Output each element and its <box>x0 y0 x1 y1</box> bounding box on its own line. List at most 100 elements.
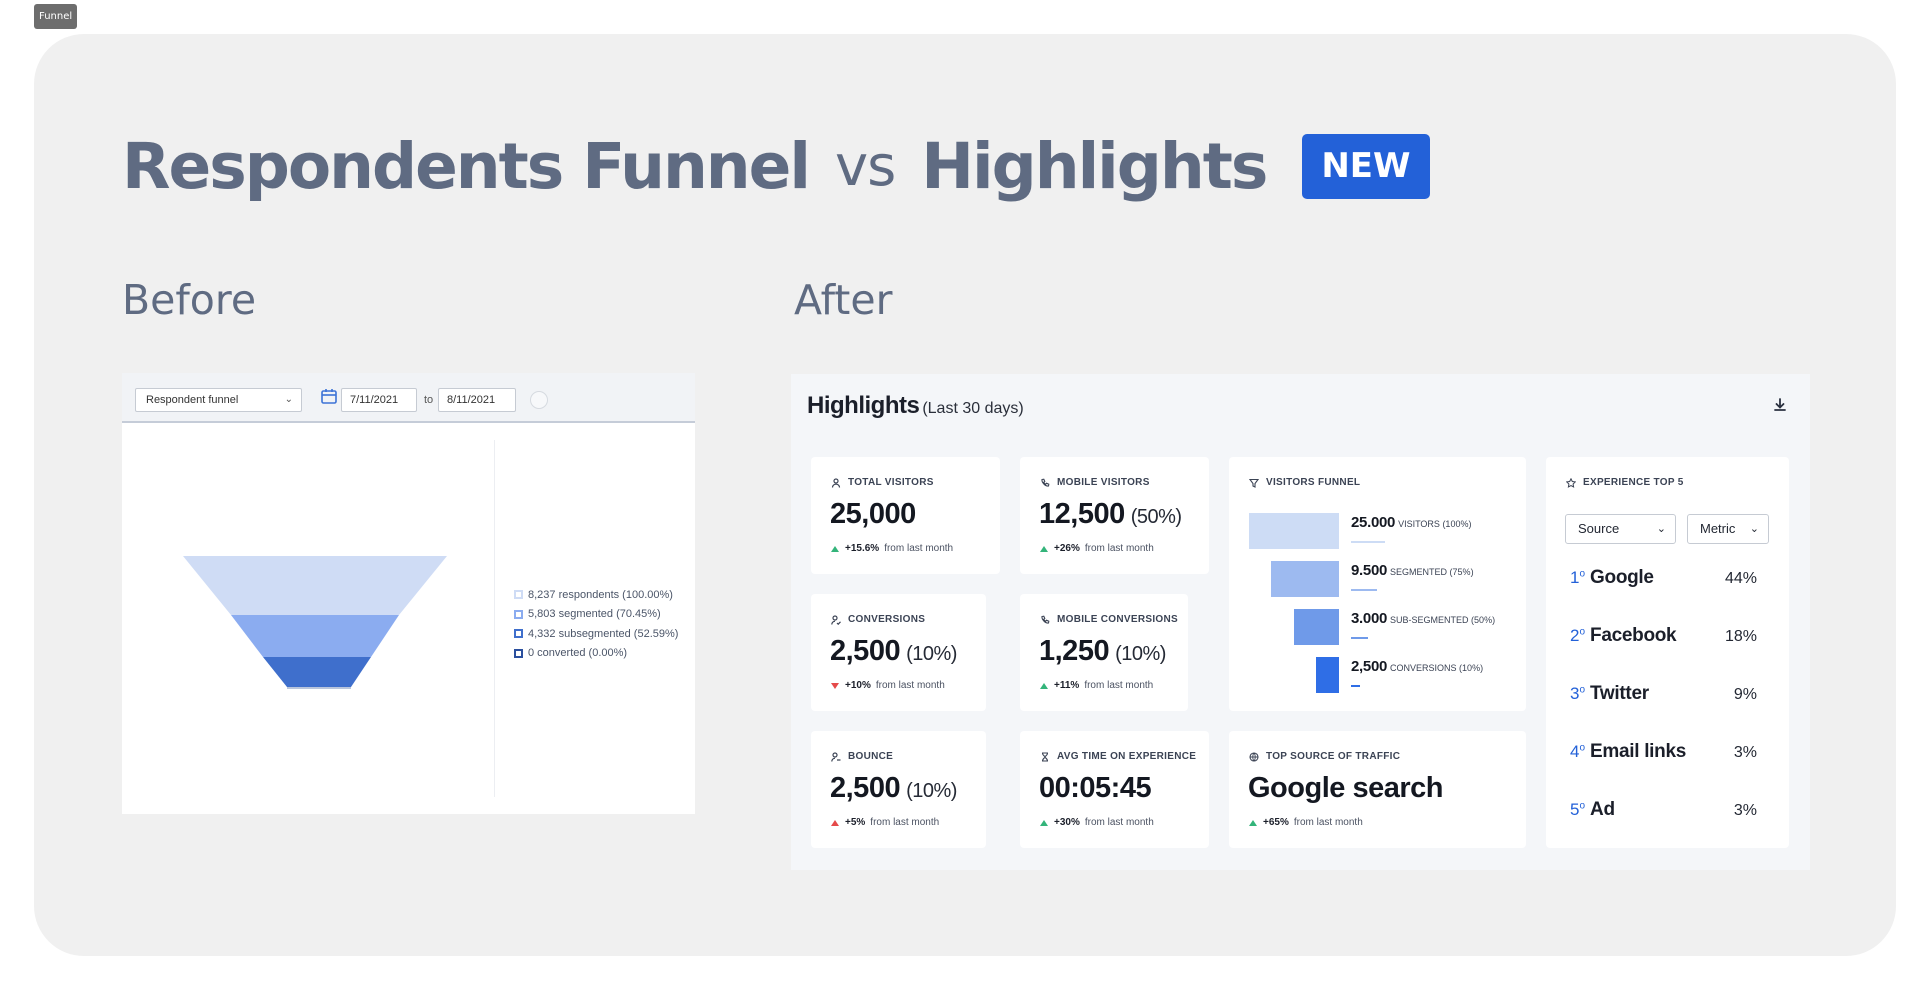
legend-swatch <box>514 648 523 658</box>
delta-value: +11% <box>1054 680 1080 691</box>
card-caption: MOBILE CONVERSIONS <box>1040 614 1178 625</box>
card-bounce[interactable]: BOUNCE 2,500 (10%) +5% from last month <box>811 731 986 848</box>
legend-item: 4,332 subsegmented (52.59%) <box>514 624 678 644</box>
card-mobile-visitors[interactable]: MOBILE VISITORS 12,500 (50%) +26% from las… <box>1020 457 1209 574</box>
card-caption: BOUNCE <box>831 751 893 762</box>
delta-value: +15.6% <box>845 543 880 554</box>
funnel-bar <box>1294 609 1339 645</box>
frame-tag: Funnel <box>34 4 78 29</box>
legend-item: 8,237 respondents (100.00%) <box>514 585 678 605</box>
trend-up-icon <box>1040 545 1048 552</box>
card-conversions[interactable]: CONVERSIONS 2,500 (10%) +10% from last mon… <box>811 594 986 711</box>
trend-up-icon <box>831 819 839 826</box>
funnel-row-label: CONVERSIONS (10%) <box>1390 663 1484 673</box>
card-avg-time[interactable]: AVG TIME ON EXPERIENCE 00:05:45 +30% from… <box>1020 731 1209 848</box>
date-to-label: to <box>424 394 434 406</box>
delta-text: from last month <box>1084 543 1154 554</box>
card-caption-text: TOP SOURCE OF TRAFFIC <box>1266 751 1401 762</box>
title-left: Respondents Funnel <box>122 129 811 203</box>
top5-item[interactable]: 4o Email links 3% <box>1570 741 1757 763</box>
funnel-row-value: 2,500 <box>1351 658 1388 675</box>
top5-item[interactable]: 2o Facebook 18% <box>1570 625 1757 647</box>
legend-label: 8,237 respondents (100.00%) <box>528 588 673 601</box>
new-badge: NEW <box>1302 133 1430 199</box>
highlights-subtitle: (Last 30 days) <box>922 400 1024 417</box>
download-icon[interactable] <box>1772 397 1788 413</box>
legend-label: 4,332 subsegmented (52.59%) <box>528 627 679 640</box>
card-value-text: 2,500 <box>830 772 901 804</box>
rank: 1o <box>1570 568 1586 587</box>
funnel-row-label: SUB-SEGMENTED (50%) <box>1390 615 1496 625</box>
funnel-stage-segmented <box>231 615 399 657</box>
chevron-down-icon: ⌄ <box>284 394 293 405</box>
funnel-row-text: 2,500 CONVERSIONS (10%) <box>1351 658 1483 675</box>
card-delta: +15.6% from last month <box>831 543 953 554</box>
star-icon <box>1566 477 1576 488</box>
card-total-visitors[interactable]: TOTAL VISITORS 25,000 +15.6% from last mo… <box>811 457 1000 574</box>
title-vs: vs <box>834 133 896 199</box>
card-mobile-conversions[interactable]: MOBILE CONVERSIONS 1,250 (10%) +11% from l… <box>1020 594 1188 711</box>
card-delta: +65% from last month <box>1249 817 1363 828</box>
card-delta: +30% from last month <box>1040 817 1154 828</box>
item-name: Facebook <box>1590 625 1677 646</box>
delta-value: +26% <box>1054 543 1080 554</box>
funnel-row-underline <box>1351 541 1385 543</box>
card-value-text: 12,500 <box>1039 498 1125 530</box>
card-value: 25,000 <box>830 498 916 531</box>
funnel-row-value: 3.000 <box>1351 610 1388 627</box>
funnel-row-value: 25.000 <box>1351 514 1396 531</box>
top5-item[interactable]: 3o Twitter 9% <box>1570 683 1757 705</box>
funnel-select-value: Respondent funnel <box>146 394 239 406</box>
card-value-text: 00:05:45 <box>1039 772 1152 804</box>
funnel-row-underline <box>1351 589 1377 591</box>
trend-up-icon <box>1040 682 1048 689</box>
item-name: Twitter <box>1590 683 1649 704</box>
phone-icon <box>1041 615 1050 624</box>
card-visitors-funnel[interactable]: VISITORS FUNNEL 25.000 VISITORS (100%) 9.5… <box>1229 457 1526 711</box>
funnel-bar <box>1249 513 1339 549</box>
legend-swatch <box>514 590 523 600</box>
legend-label: 5,803 segmented (70.45%) <box>528 608 661 621</box>
funnel-row-text: 25.000 VISITORS (100%) <box>1351 514 1471 531</box>
date-to-input[interactable]: 8/11/2021 <box>438 388 516 412</box>
funnel-stage-subsegmented <box>263 657 371 687</box>
card-delta: +10% from last month <box>831 680 945 691</box>
card-caption: MOBILE VISITORS <box>1040 477 1150 488</box>
card-caption-text: CONVERSIONS <box>848 614 926 625</box>
delta-text: from last month <box>870 817 940 828</box>
delta-text: from last month <box>875 680 945 691</box>
funnel-row-text: 3.000 SUB-SEGMENTED (50%) <box>1351 610 1495 627</box>
rank: 2o <box>1570 626 1586 645</box>
card-value: 12,500 (50%) <box>1039 498 1182 531</box>
delta-text: from last month <box>1084 817 1154 828</box>
funnel-select[interactable]: Respondent funnel ⌄ <box>135 388 302 412</box>
source-select[interactable]: Source ⌄ <box>1565 514 1676 544</box>
top5-item[interactable]: 5o Ad 3% <box>1570 799 1757 821</box>
refresh-icon[interactable] <box>530 391 548 409</box>
before-divider <box>494 440 495 797</box>
card-top-source[interactable]: TOP SOURCE OF TRAFFIC Google search +65%… <box>1229 731 1526 848</box>
rank: 4o <box>1570 742 1586 761</box>
card-caption: CONVERSIONS <box>831 614 925 625</box>
card-percent: (10%) <box>1115 643 1166 665</box>
card-value: 2,500 (10%) <box>830 772 957 805</box>
rank: 5o <box>1570 800 1586 819</box>
legend-item: 5,803 segmented (70.45%) <box>514 605 678 625</box>
card-value-text: 2,500 <box>830 635 901 667</box>
date-from-input[interactable]: 7/11/2021 <box>341 388 417 412</box>
trend-down-icon <box>831 682 839 689</box>
card-caption-text: AVG TIME ON EXPERIENCE <box>1057 751 1197 762</box>
after-panel: Highlights (Last 30 days) TOTAL VISITORS… <box>791 374 1810 870</box>
funnel-stage-respondents <box>183 556 447 615</box>
funnel-bar <box>1316 657 1339 693</box>
card-value: 1,250 (10%) <box>1039 635 1166 668</box>
calendar-icon[interactable] <box>320 387 338 405</box>
metric-select[interactable]: Metric ⌄ <box>1687 514 1769 544</box>
trend-up-icon <box>1249 819 1257 826</box>
legend-item: 0 converted (0.00%) <box>514 644 678 664</box>
card-value-text: 25,000 <box>830 498 916 530</box>
chevron-down-icon: ⌄ <box>1656 523 1666 535</box>
card-percent: (10%) <box>906 780 957 802</box>
item-name: Google <box>1590 567 1654 588</box>
top5-item[interactable]: 1o Google 44% <box>1570 567 1757 589</box>
